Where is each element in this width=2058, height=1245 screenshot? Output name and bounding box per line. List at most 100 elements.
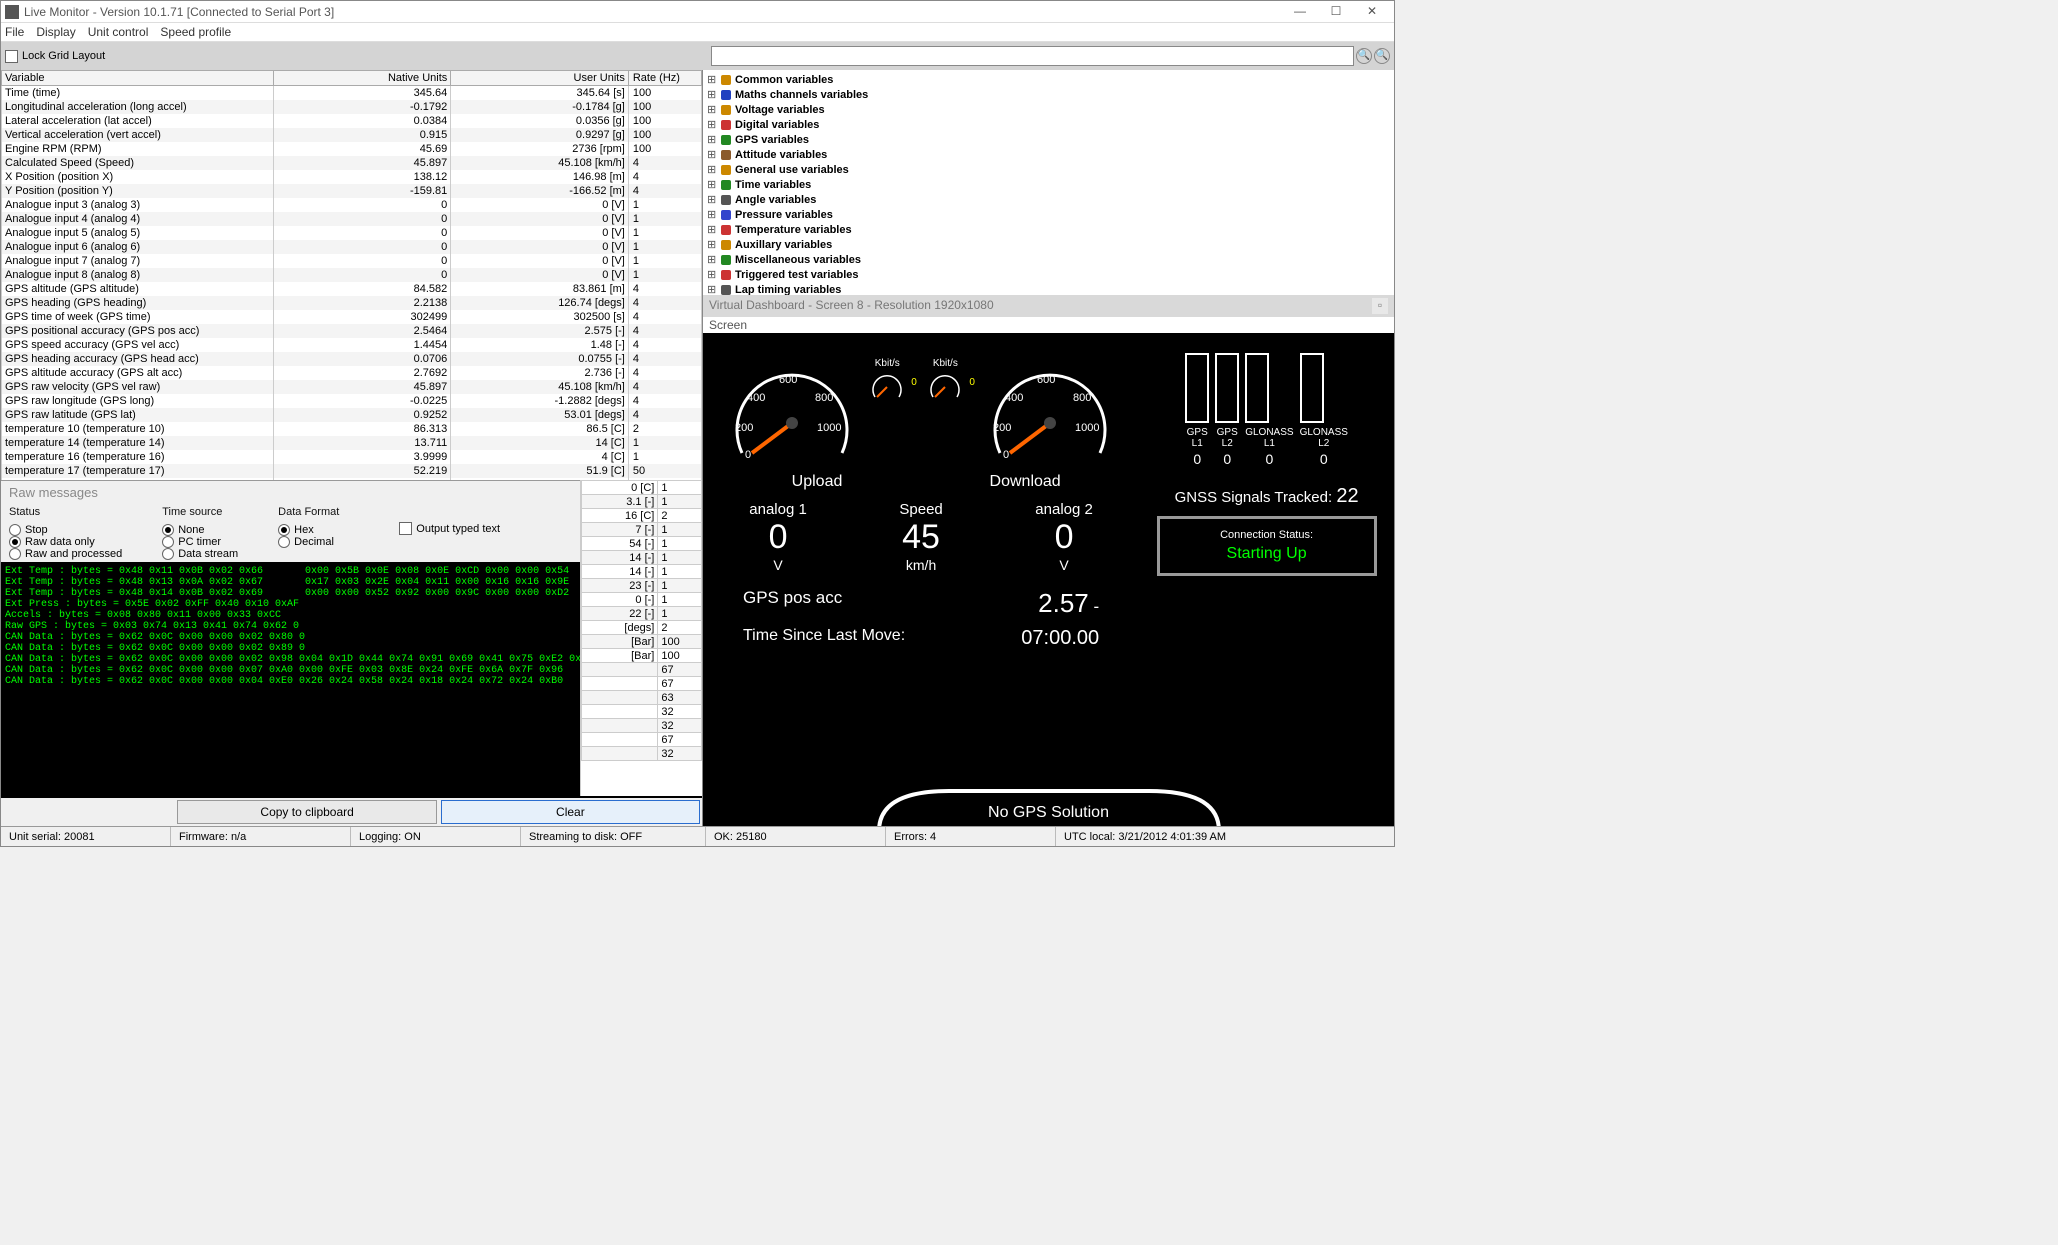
menu-unit-control[interactable]: Unit control	[88, 25, 149, 39]
output-typed-checkbox[interactable]	[399, 522, 412, 535]
tree-item[interactable]: ⊞Triggered test variables	[707, 267, 1390, 282]
table-row[interactable]: Analogue input 5 (analog 5)00 [V]1	[2, 226, 702, 240]
virtual-dashboard: 200 400 600 800 1000 0	[703, 333, 1394, 826]
table-row[interactable]: GPS heading accuracy (GPS head acc)0.070…	[2, 352, 702, 366]
table-row[interactable]: Analogue input 6 (analog 6)00 [V]1	[2, 240, 702, 254]
table-row[interactable]: Analogue input 3 (analog 3)00 [V]1	[2, 198, 702, 212]
table-row[interactable]: GPS speed accuracy (GPS vel acc)1.44541.…	[2, 338, 702, 352]
status-radio-0[interactable]	[9, 524, 21, 536]
tree-expand-icon[interactable]: ⊞	[707, 88, 717, 101]
analog2-readout: analog 2 0 V	[1035, 501, 1093, 573]
time-source-radio-2[interactable]	[162, 548, 174, 560]
data-format-radio-0[interactable]	[278, 524, 290, 536]
tree-expand-icon[interactable]: ⊞	[707, 193, 717, 206]
table-row[interactable]: Longitudinal acceleration (long accel)-0…	[2, 100, 702, 114]
table-row[interactable]: GPS raw latitude (GPS lat)0.925253.01 [d…	[2, 408, 702, 422]
table-row[interactable]: Engine RPM (RPM)45.692736 [rpm]100	[2, 142, 702, 156]
grid-header-rate[interactable]: Rate (Hz)	[628, 71, 701, 86]
table-row[interactable]: GPS positional accuracy (GPS pos acc)2.5…	[2, 324, 702, 338]
table-row[interactable]: GPS time of week (GPS time)302499302500 …	[2, 310, 702, 324]
tree-category-icon	[721, 120, 731, 130]
table-row[interactable]: Analogue input 7 (analog 7)00 [V]1	[2, 254, 702, 268]
table-row[interactable]: temperature 10 (temperature 10)86.31386.…	[2, 422, 702, 436]
tree-item[interactable]: ⊞Pressure variables	[707, 207, 1390, 222]
tree-expand-icon[interactable]: ⊞	[707, 268, 717, 281]
lock-grid-checkbox[interactable]	[5, 50, 18, 63]
tree-expand-icon[interactable]: ⊞	[707, 103, 717, 116]
table-row[interactable]: X Position (position X)138.12146.98 [m]4	[2, 170, 702, 184]
tree-expand-icon[interactable]: ⊞	[707, 238, 717, 251]
dashboard-title-bar[interactable]: Virtual Dashboard - Screen 8 - Resolutio…	[703, 295, 1394, 317]
analog1-readout: analog 1 0 V	[749, 501, 807, 573]
close-button[interactable]: ✕	[1354, 2, 1390, 22]
table-row[interactable]: temperature 17 (temperature 17)52.21951.…	[2, 464, 702, 478]
grid-header-variable[interactable]: Variable	[2, 71, 274, 86]
tree-item[interactable]: ⊞Time variables	[707, 177, 1390, 192]
maximize-button[interactable]: ☐	[1318, 2, 1354, 22]
table-row[interactable]: GPS altitude accuracy (GPS alt acc)2.769…	[2, 366, 702, 380]
tree-expand-icon[interactable]: ⊞	[707, 208, 717, 221]
tree-expand-icon[interactable]: ⊞	[707, 178, 717, 191]
search-clear-icon[interactable]: 🔍	[1374, 48, 1390, 64]
menu-display[interactable]: Display	[36, 25, 75, 39]
tree-item[interactable]: ⊞Common variables	[707, 72, 1390, 87]
gps-solution-status: No GPS Solution	[859, 776, 1239, 822]
table-row[interactable]: GPS heading (GPS heading)2.2138126.74 [d…	[2, 296, 702, 310]
tree-item[interactable]: ⊞Temperature variables	[707, 222, 1390, 237]
tree-item[interactable]: ⊞General use variables	[707, 162, 1390, 177]
tree-category-icon	[721, 270, 731, 280]
table-row[interactable]: temperature 16 (temperature 16)3.99994 […	[2, 450, 702, 464]
table-row[interactable]: Y Position (position Y)-159.81-166.52 [m…	[2, 184, 702, 198]
clear-button[interactable]: Clear	[441, 800, 700, 824]
variable-grid[interactable]: Variable Native Units User Units Rate (H…	[1, 70, 702, 480]
status-radio-1[interactable]	[9, 536, 21, 548]
table-row[interactable]: Lateral acceleration (lat accel)0.03840.…	[2, 114, 702, 128]
tree-expand-icon[interactable]: ⊞	[707, 148, 717, 161]
tree-item[interactable]: ⊞Miscellaneous variables	[707, 252, 1390, 267]
status-logging: Logging: ON	[351, 827, 521, 846]
tree-item[interactable]: ⊞Maths channels variables	[707, 87, 1390, 102]
tree-expand-icon[interactable]: ⊞	[707, 73, 717, 86]
app-icon	[5, 5, 19, 19]
window-title: Live Monitor - Version 10.1.71 [Connecte…	[24, 5, 1282, 19]
status-radio-2[interactable]	[9, 548, 21, 560]
table-row[interactable]: GPS raw longitude (GPS long)-0.0225-1.28…	[2, 394, 702, 408]
time-source-radio-0[interactable]	[162, 524, 174, 536]
table-row[interactable]: GPS raw velocity (GPS vel raw)45.89745.1…	[2, 380, 702, 394]
tree-item[interactable]: ⊞Voltage variables	[707, 102, 1390, 117]
tslm-label: Time Since Last Move:	[743, 627, 905, 650]
variable-tree[interactable]: ⊞Common variables⊞Maths channels variabl…	[703, 70, 1394, 295]
table-row[interactable]: Analogue input 4 (analog 4)00 [V]1	[2, 212, 702, 226]
table-row[interactable]: Vertical acceleration (vert accel)0.9150…	[2, 128, 702, 142]
data-format-radio-1[interactable]	[278, 536, 290, 548]
tree-item[interactable]: ⊞Attitude variables	[707, 147, 1390, 162]
dashboard-close-icon[interactable]: ▫	[1372, 298, 1388, 314]
tree-expand-icon[interactable]: ⊞	[707, 133, 717, 146]
tree-expand-icon[interactable]: ⊞	[707, 253, 717, 266]
tree-expand-icon[interactable]: ⊞	[707, 223, 717, 236]
menu-speed-profile[interactable]: Speed profile	[160, 25, 231, 39]
tree-item[interactable]: ⊞Angle variables	[707, 192, 1390, 207]
tree-expand-icon[interactable]: ⊞	[707, 163, 717, 176]
time-source-radio-1[interactable]	[162, 536, 174, 548]
search-icon[interactable]: 🔍	[1356, 48, 1372, 64]
search-input[interactable]	[711, 46, 1354, 66]
tree-item[interactable]: ⊞Auxillary variables	[707, 237, 1390, 252]
menu-file[interactable]: File	[5, 25, 24, 39]
tree-item[interactable]: ⊞Digital variables	[707, 117, 1390, 132]
table-row[interactable]: Time (time)345.64345.64 [s]100	[2, 86, 702, 100]
grid-header-user[interactable]: User Units	[451, 71, 629, 86]
minimize-button[interactable]: —	[1282, 2, 1318, 22]
grid-header-native[interactable]: Native Units	[273, 71, 451, 86]
tree-item[interactable]: ⊞GPS variables	[707, 132, 1390, 147]
tree-expand-icon[interactable]: ⊞	[707, 283, 717, 295]
titlebar[interactable]: Live Monitor - Version 10.1.71 [Connecte…	[1, 1, 1394, 23]
table-row[interactable]: temperature 14 (temperature 14)13.71114 …	[2, 436, 702, 450]
tree-expand-icon[interactable]: ⊞	[707, 118, 717, 131]
posacc-label: GPS pos acc	[743, 588, 842, 619]
table-row[interactable]: GPS altitude (GPS altitude)84.58283.861 …	[2, 282, 702, 296]
table-row[interactable]: Calculated Speed (Speed)45.89745.108 [km…	[2, 156, 702, 170]
tree-item[interactable]: ⊞Lap timing variables	[707, 282, 1390, 295]
copy-to-clipboard-button[interactable]: Copy to clipboard	[177, 800, 436, 824]
table-row[interactable]: Analogue input 8 (analog 8)00 [V]1	[2, 268, 702, 282]
